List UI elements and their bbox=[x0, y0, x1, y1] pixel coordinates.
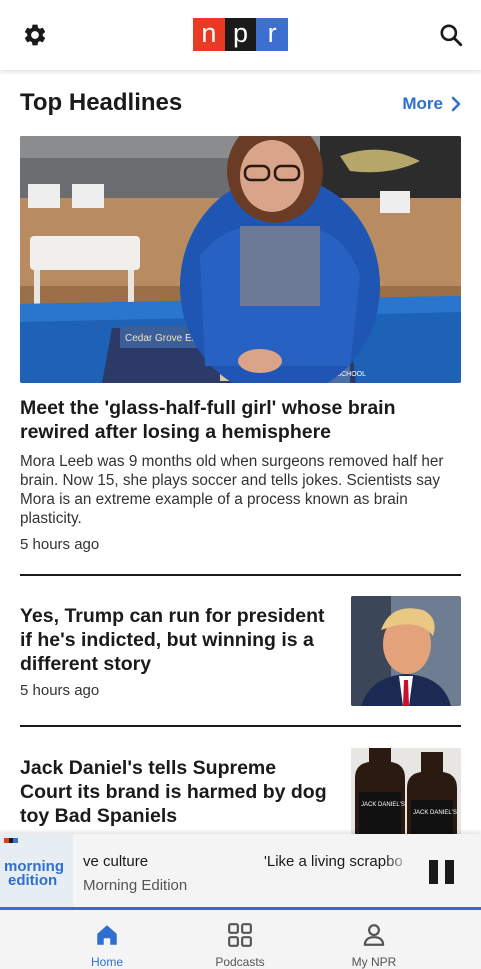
poster-text: Cedar Grove Ele bbox=[125, 333, 200, 344]
nav-home[interactable]: Home bbox=[47, 910, 167, 969]
gear-icon[interactable] bbox=[22, 22, 48, 48]
more-link[interactable]: More bbox=[402, 94, 461, 114]
chevron-right-icon bbox=[451, 96, 461, 112]
show-artwork: morning edition bbox=[0, 834, 73, 910]
story-item[interactable]: Yes, Trump can run for president if he's… bbox=[20, 596, 461, 714]
home-icon bbox=[97, 925, 117, 945]
app-header: n p r bbox=[0, 0, 481, 70]
nav-label: My NPR bbox=[351, 955, 397, 969]
section-title: Top Headlines bbox=[20, 89, 183, 116]
bottom-nav: Home Podcasts My NPR bbox=[0, 910, 481, 969]
section-header: Top Headlines More bbox=[20, 89, 461, 121]
person-icon bbox=[363, 924, 385, 946]
nav-podcasts[interactable]: Podcasts bbox=[180, 910, 300, 969]
bottle-label: JACK DANIEL'S bbox=[413, 810, 457, 816]
grid-icon bbox=[228, 923, 252, 947]
nav-label: Podcasts bbox=[215, 955, 265, 969]
more-label: More bbox=[402, 94, 443, 113]
story-divider bbox=[20, 725, 461, 727]
hero-story-title[interactable]: Meet the 'glass-half-full girl' whose br… bbox=[20, 396, 465, 444]
hero-story-image[interactable]: Cedar Grove Ele NORTH END SCHOOL bbox=[20, 136, 461, 383]
artwork-line2: edition bbox=[8, 872, 58, 889]
logo-letter-n: n bbox=[193, 18, 225, 51]
show-name: Morning Edition bbox=[83, 877, 188, 894]
track-title-left: ve culture bbox=[83, 853, 149, 870]
hero-story-time: 5 hours ago bbox=[20, 536, 100, 553]
logo-letter-r: r bbox=[256, 18, 288, 51]
bottle-label: JACK DANIEL'S bbox=[361, 802, 405, 808]
nav-label: Home bbox=[90, 955, 123, 969]
story-title[interactable]: Yes, Trump can run for president if he's… bbox=[20, 604, 330, 676]
logo-letter-p: p bbox=[224, 18, 257, 51]
story-thumbnail[interactable] bbox=[351, 596, 461, 706]
search-icon[interactable] bbox=[438, 22, 464, 48]
story-time: 5 hours ago bbox=[20, 682, 100, 699]
story-divider bbox=[20, 574, 461, 576]
now-playing-bar[interactable]: morning edition ve culture 'Like a livin… bbox=[0, 834, 481, 910]
story-title[interactable]: Jack Daniel's tells Supreme Court its br… bbox=[20, 756, 330, 828]
pause-icon[interactable] bbox=[429, 859, 455, 885]
hero-story-description: Mora Leeb was 9 months old when surgeons… bbox=[20, 453, 444, 527]
track-title-right: 'Like a living scrapbo bbox=[264, 853, 403, 870]
nav-my-npr[interactable]: My NPR bbox=[314, 910, 434, 969]
npr-logo[interactable]: n p r bbox=[193, 18, 288, 51]
